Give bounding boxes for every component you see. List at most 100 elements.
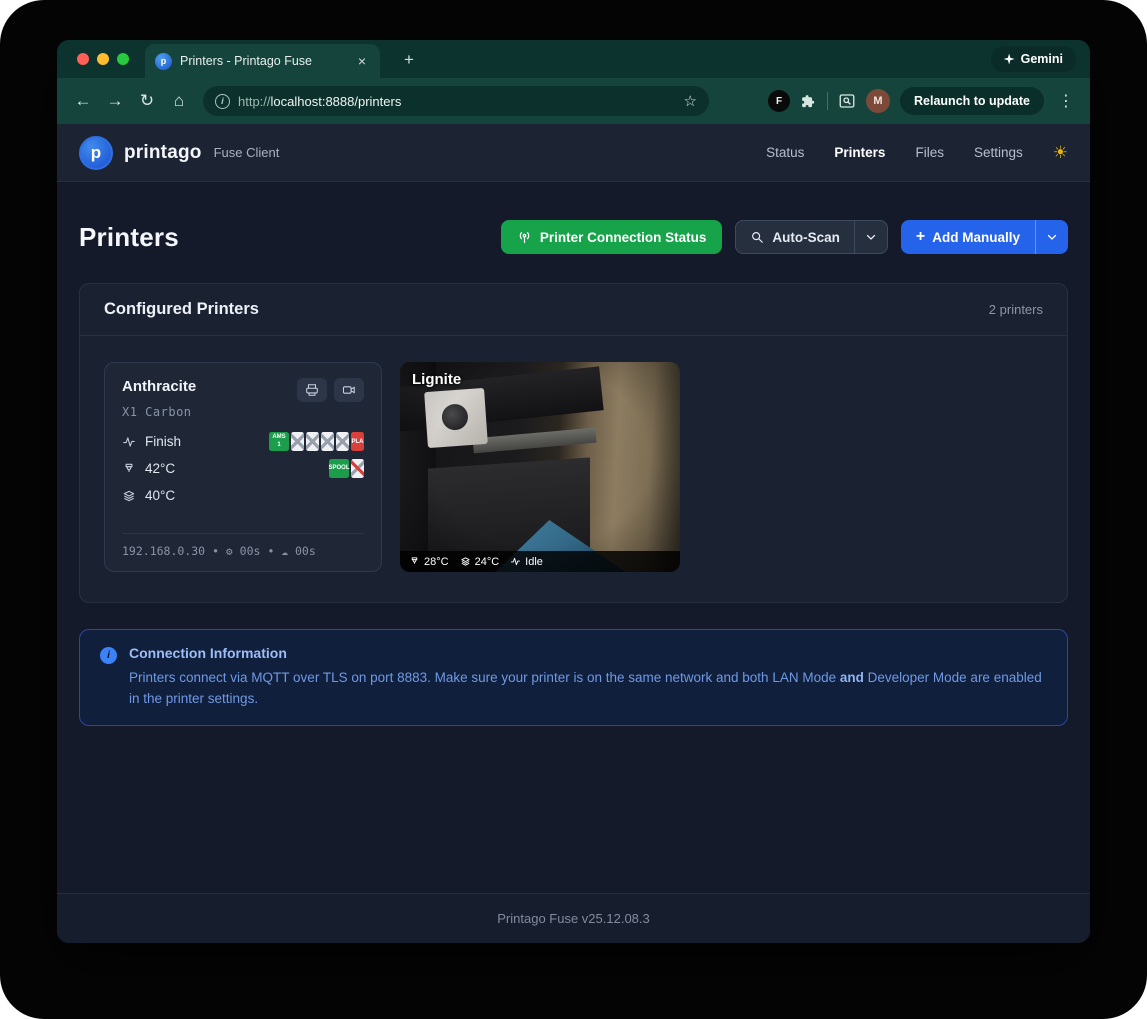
profile-avatar[interactable]: M [866,89,891,113]
brand-name: printago [124,141,202,163]
printer-camera-button[interactable] [334,378,364,402]
nozzle-icon [411,557,418,564]
spool-slot-empty [351,459,364,478]
extension-f-icon[interactable]: F [768,90,791,112]
browser-tab[interactable]: p Printers - Printago Fuse × [145,44,380,78]
printer-footer: 192.168.0.30 • ⚙ 00s • ☁ 00s [122,544,364,558]
cloud-time-value: 00s [295,544,316,558]
extensions-puzzle-icon[interactable] [800,93,817,110]
spool-badge: SPOOL [329,459,350,478]
connection-info-box: i Connection Information Printers connec… [79,629,1068,726]
browser-menu-icon[interactable]: ⋮ [1054,91,1078,111]
ams-slot-empty [336,432,349,451]
bed-layers-icon [122,489,136,503]
configured-printers-title: Configured Printers [104,300,259,318]
ams-slot-pla: PLA [351,432,364,451]
connection-info-content: Connection Information Printers connect … [129,645,1047,710]
ams-unit-strip: AMS 1 PLA [269,432,364,451]
ams-badge: AMS 1 [269,432,289,451]
browser-window: p Printers - Printago Fuse × + Gemini ← … [57,40,1090,943]
bed-temp-value: 40°C [145,488,176,503]
auto-scan-split-button: Auto-Scan [735,220,888,254]
bed-temp-item: 24°C [460,555,500,568]
reload-icon[interactable]: ↻ [133,87,161,115]
dot-separator: • [212,544,220,558]
printago-logo-icon: p [79,135,113,170]
printer-nozzle-row: 42°C SPOOL [122,459,364,478]
zoom-window-button[interactable] [117,53,129,65]
nozzle-temp-value: 28°C [424,555,449,568]
printer-ip: 192.168.0.30 [122,544,206,558]
page-root: p printago Fuse Client Status Printers F… [57,124,1090,943]
ams-slot-empty [291,432,304,451]
back-icon[interactable]: ← [69,87,97,115]
ams-slot-empty [306,432,319,451]
gemini-label: Gemini [1020,52,1063,66]
nav-printers[interactable]: Printers [834,145,885,160]
configured-printers-body: Anthracite X1 Carbon Finish AMS 1 PLA 42… [80,336,1067,602]
printer-status-value: Finish [145,434,182,449]
activity-icon [122,435,136,449]
printer-icon [306,384,318,396]
browser-toolbar: ← → ↻ ⌂ i http://localhost:8888/printers… [57,78,1090,124]
printer-model: X1 Carbon [122,405,192,419]
gemini-sparkle-icon [1003,53,1015,65]
card-divider [122,533,364,534]
add-manually-dropdown-button[interactable] [1036,220,1068,254]
nozzle-icon [122,462,136,476]
tab-search-panel-icon[interactable] [838,92,856,110]
home-icon[interactable]: ⌂ [165,87,193,115]
spool-strip: SPOOL [329,459,364,478]
relaunch-update-button[interactable]: Relaunch to update [900,87,1044,115]
add-manually-label: Add Manually [932,229,1020,245]
printer-card-anthracite[interactable]: Anthracite X1 Carbon Finish AMS 1 PLA 42… [104,362,382,572]
auto-scan-button[interactable]: Auto-Scan [736,221,854,253]
ams-slot-empty [321,432,334,451]
nav-settings[interactable]: Settings [974,145,1023,160]
version-text: Printago Fuse v25.12.08.3 [497,911,650,926]
gemini-button[interactable]: Gemini [990,46,1076,72]
close-window-button[interactable] [77,53,89,65]
printer-card-actions [297,378,364,402]
theme-toggle-sun-icon[interactable]: ☀ [1053,143,1068,163]
nav-status[interactable]: Status [766,145,804,160]
add-manually-button[interactable]: + Add Manually [901,220,1035,254]
minimize-window-button[interactable] [97,53,109,65]
printer-status-rows: Finish AMS 1 PLA 42°C SPOOL 40°C [122,432,364,505]
printer-card-lignite[interactable]: Lignite 28°C 24°C Idle [400,362,680,572]
nav-files[interactable]: Files [915,145,944,160]
page-title: Printers [79,221,179,252]
configured-printers-card: Configured Printers 2 printers Anthracit… [79,283,1068,603]
chevron-down-icon [1047,234,1057,240]
connection-info-text: Printers connect via MQTT over TLS on po… [129,670,1042,706]
cloud-icon: ☁ [281,544,288,558]
printer-connection-status-button[interactable]: Printer Connection Status [500,220,723,254]
address-bar[interactable]: i http://localhost:8888/printers ☆ [203,86,709,116]
bookmark-star-icon[interactable]: ☆ [684,92,697,110]
printer-status-value: Idle [525,555,543,568]
printer-name: Lignite [412,371,462,388]
tab-close-icon[interactable]: × [354,52,370,70]
app-header: p printago Fuse Client Status Printers F… [57,124,1090,182]
title-row: Printers Printer Connection Status Auto-… [79,220,1068,254]
bed-temp-value: 24°C [474,555,500,568]
activity-icon [511,557,521,566]
new-tab-button[interactable]: + [397,48,421,72]
plus-icon: + [915,228,926,245]
video-camera-icon [342,386,355,394]
tab-title: Printers - Printago Fuse [180,54,312,68]
uptime-value: 00s [239,544,261,558]
camera-status-bar: 28°C 24°C Idle [400,551,680,572]
add-manually-split-button: + Add Manually [900,220,1068,254]
printer-details-button[interactable] [297,378,327,402]
connection-info-title: Connection Information [129,645,287,661]
chevron-down-icon [866,234,876,240]
nozzle-temp-value: 42°C [145,461,176,476]
printer-status-row: Finish AMS 1 PLA [122,432,364,451]
forward-icon[interactable]: → [101,87,129,115]
auto-scan-dropdown-button[interactable] [855,221,887,253]
info-icon: i [100,647,117,664]
search-icon [752,232,764,243]
toolbar-separator [827,92,829,110]
site-info-icon[interactable]: i [215,93,230,109]
